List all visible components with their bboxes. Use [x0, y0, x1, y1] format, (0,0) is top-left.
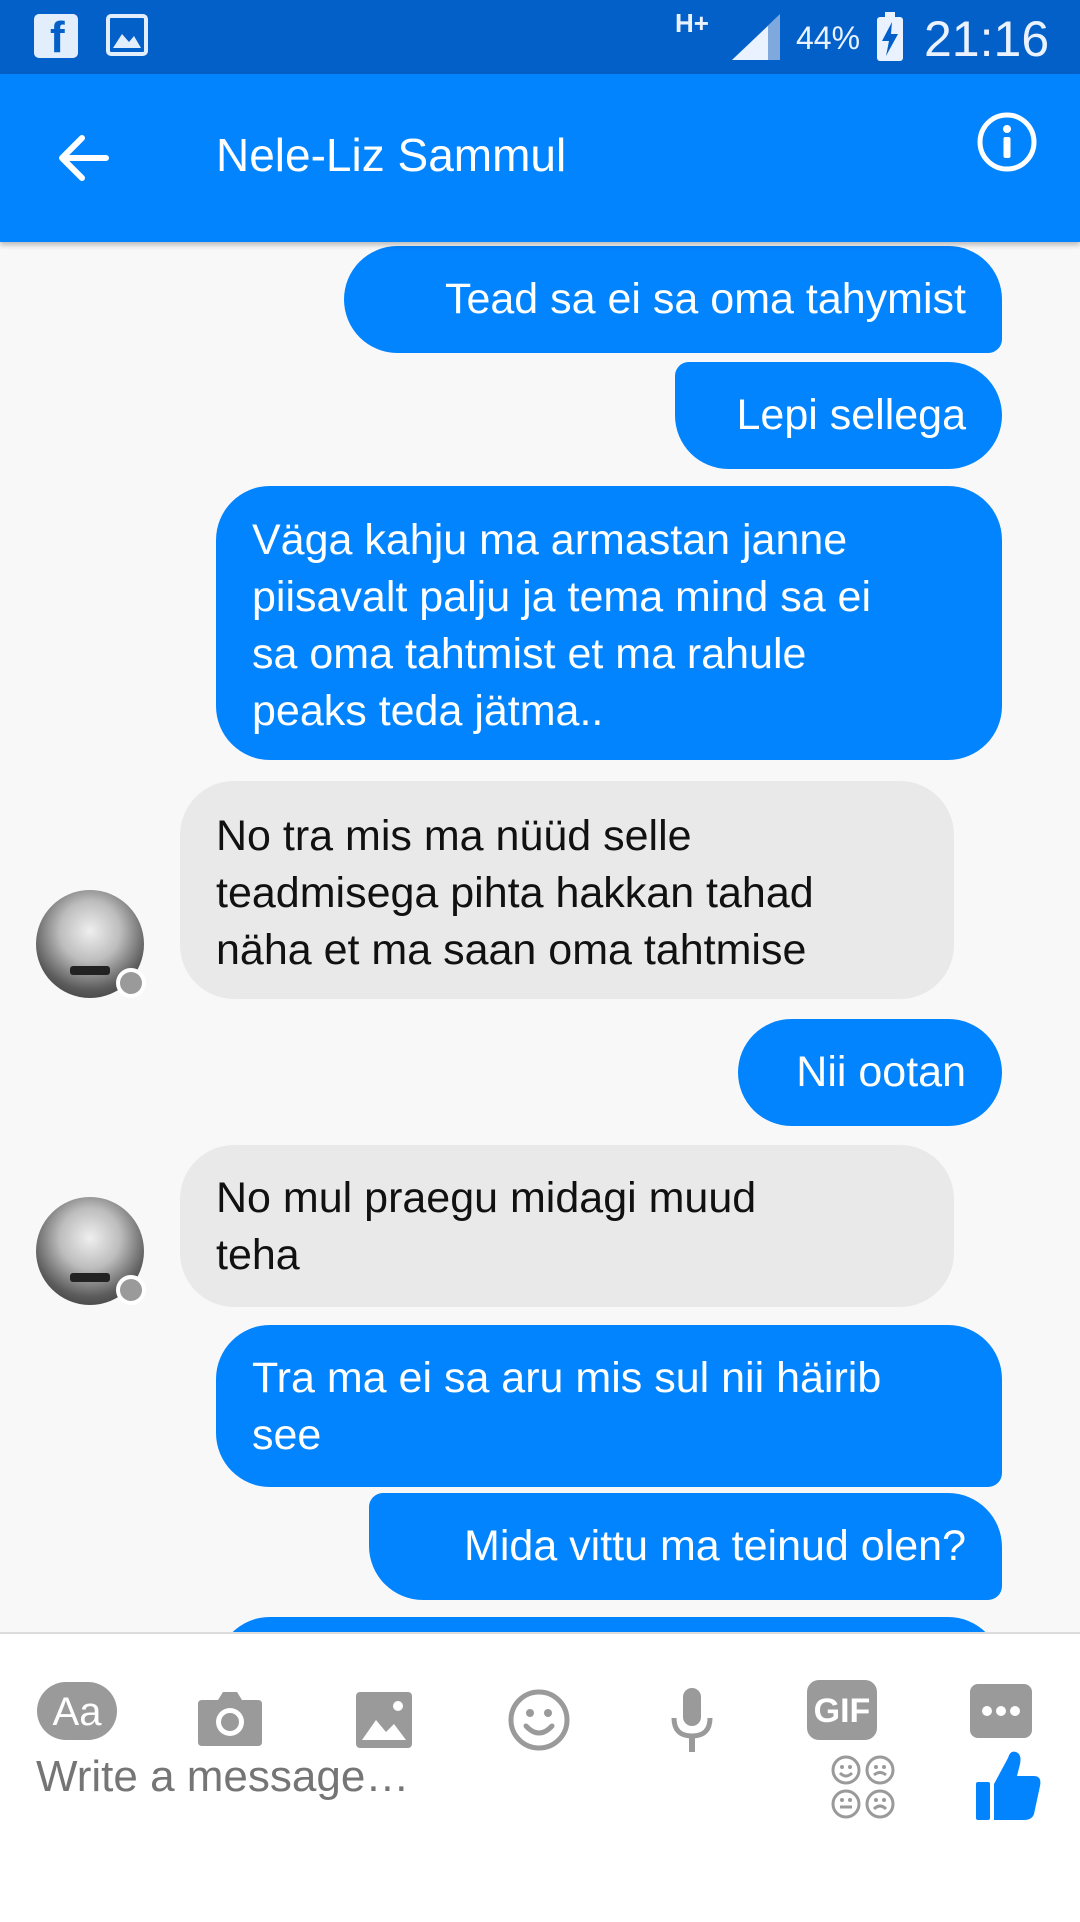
facebook-icon: f: [34, 14, 78, 60]
message-text-line: Lepi sellega: [736, 391, 966, 439]
message-text-line: Väga kahju ma armastan janne: [252, 516, 848, 564]
message-list[interactable]: Tead sa ei sa oma tahymist Lepi sellega …: [0, 242, 1080, 1632]
clock: 21:16: [924, 11, 1050, 67]
emoji-icon: [508, 1689, 570, 1751]
outgoing-message[interactable]: Mida vittu ma teinud olen?: [369, 1493, 1002, 1600]
message-text-line: No tra mis ma nüüd selle: [216, 812, 692, 860]
info-button[interactable]: [960, 98, 1048, 186]
text-tool-label: Aa: [52, 1690, 102, 1734]
message-text-line: see: [252, 1411, 322, 1459]
messenger-badge-icon: [116, 968, 146, 998]
outgoing-message[interactable]: Tead sa ei sa oma tahymist: [344, 246, 1002, 353]
gallery-icon: [106, 14, 148, 56]
message-text-line: Tead sa ei sa oma tahymist: [444, 275, 966, 323]
message-input[interactable]: [36, 1752, 596, 1802]
message-text-line: Nii ootan: [796, 1048, 966, 1096]
like-button[interactable]: [972, 1744, 1044, 1824]
outgoing-message[interactable]: Väga kahju ma armastan janne piisavalt p…: [216, 486, 1002, 760]
battery-icon: [876, 12, 904, 62]
status-bar: f H+ 44% 21:16: [0, 0, 1080, 74]
conversation-title[interactable]: Nele-Liz Sammul: [216, 128, 566, 182]
signal-icon: [732, 14, 780, 60]
message-text-line: sa oma tahtmist et ma rahule: [252, 630, 807, 678]
avatar[interactable]: [36, 1197, 146, 1305]
gif-label: GIF: [813, 1692, 871, 1730]
composer: Aa GIF: [0, 1632, 1080, 1922]
more-button[interactable]: [970, 1684, 1032, 1738]
stickers-icon: [831, 1755, 895, 1819]
info-icon: [977, 112, 1037, 172]
voice-button[interactable]: [652, 1680, 732, 1760]
messenger-badge-icon: [116, 1275, 146, 1305]
camera-icon: [198, 1692, 262, 1746]
message-text-line: Mida vittu ma teinud olen?: [464, 1522, 966, 1570]
message-text-line: näha et ma saan oma tahtmise: [216, 926, 807, 974]
message-text-line: teadmisega pihta hakkan tahad: [216, 869, 814, 917]
message-text-line: peaks teda jätma..: [252, 687, 604, 735]
outgoing-message[interactable]: Nii ootan: [738, 1019, 1002, 1126]
message-text-line: No mul praegu midagi muud: [216, 1174, 757, 1222]
more-icon: [982, 1706, 1020, 1716]
incoming-message[interactable]: No tra mis ma nüüd selle teadmisega piht…: [180, 781, 954, 999]
gif-button[interactable]: GIF: [807, 1680, 877, 1740]
outgoing-message[interactable]: Lepi sellega: [675, 362, 1002, 469]
conversation-header: Nele-Liz Sammul: [0, 74, 1080, 242]
text-tool-button[interactable]: Aa: [37, 1682, 117, 1740]
camera-button[interactable]: [190, 1680, 270, 1760]
image-icon: [356, 1692, 412, 1748]
outgoing-message[interactable]: Tra ma ei sa aru mis sul nii häirib see: [216, 1325, 1002, 1487]
message-text-line: teha: [216, 1231, 300, 1279]
network-type: H+: [675, 8, 709, 38]
back-arrow-icon: [59, 135, 109, 181]
message-text-line: Tra ma ei sa aru mis sul nii häirib: [252, 1354, 882, 1402]
photo-button[interactable]: [344, 1680, 424, 1760]
microphone-icon: [671, 1688, 713, 1752]
stickers-button[interactable]: [830, 1754, 896, 1820]
battery-percent: 44%: [796, 20, 861, 56]
outgoing-message[interactable]: [216, 1617, 1002, 1632]
incoming-message[interactable]: No mul praegu midagi muud teha: [180, 1145, 954, 1307]
thumbs-up-icon: [976, 1751, 1041, 1820]
message-text-line: piisavalt palju ja tema mind sa ei: [252, 573, 872, 621]
avatar[interactable]: [36, 890, 146, 998]
emoji-button[interactable]: [499, 1680, 579, 1760]
back-button[interactable]: [40, 114, 128, 202]
